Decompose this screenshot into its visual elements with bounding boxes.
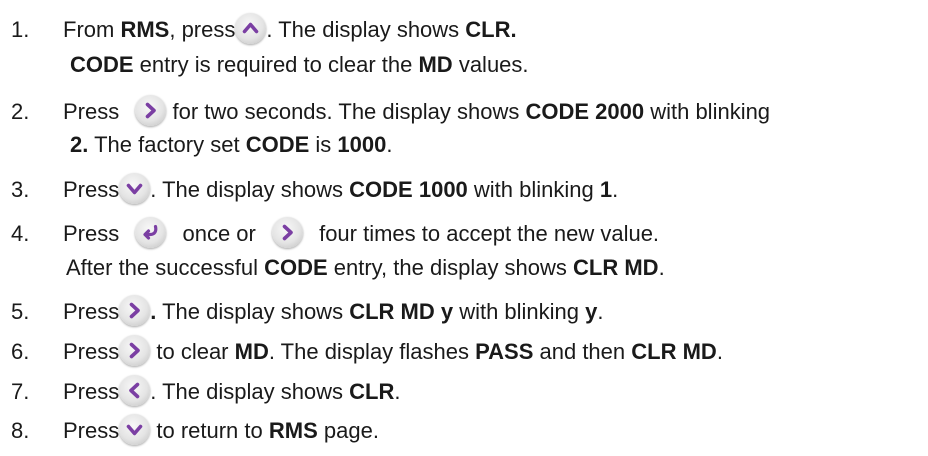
step-text: Press . The display shows CLR.	[63, 372, 401, 412]
step-text: 2. The factory set CODE is 1000.	[70, 125, 392, 165]
chevron-right-icon	[119, 335, 151, 366]
step-number: 6.	[11, 339, 30, 364]
text: The factory set	[88, 132, 246, 157]
keyword: RMS	[120, 17, 170, 42]
keyword: y	[585, 299, 598, 324]
chevron-right-icon	[119, 295, 151, 326]
keyword: CODE	[264, 255, 328, 280]
text: to return to	[150, 418, 269, 443]
step-text: From RMS, press . The display shows CLR.	[63, 10, 517, 50]
enter-return-icon	[135, 217, 167, 248]
text: .	[658, 255, 665, 280]
step-text: Press. The display shows CLR MD y with b…	[63, 292, 604, 332]
text: is	[309, 132, 338, 157]
text: .	[394, 379, 401, 404]
keyword: CODE 2000	[525, 99, 645, 124]
step-text: Press . The display shows CODE 1000 with …	[63, 170, 618, 210]
text: Press	[63, 99, 126, 124]
text: . The display shows	[266, 17, 466, 42]
step-text: Press to return to RMS page.	[63, 411, 379, 451]
text: with blinking	[467, 177, 600, 202]
step-number: 7.	[11, 379, 30, 404]
step-text: After the successful CODE entry, the dis…	[66, 248, 665, 288]
text: After the successful	[66, 255, 265, 280]
text: .	[612, 177, 619, 202]
text: entry is required to clear the	[133, 52, 419, 77]
chevron-up-icon	[235, 13, 267, 44]
text: Press	[63, 299, 120, 324]
step-number: 8.	[11, 418, 30, 443]
keyword: PASS	[475, 339, 534, 364]
text: Press	[63, 418, 120, 443]
chevron-right-icon	[135, 95, 167, 126]
step-number: 1.	[11, 17, 30, 42]
keyword: CLR.	[465, 17, 517, 42]
text: . The display shows	[150, 379, 350, 404]
keyword: CODE	[70, 52, 134, 77]
text: with blinking	[644, 99, 771, 124]
text: entry, the display shows	[327, 255, 574, 280]
keyword: 1000	[337, 132, 387, 157]
text: and then	[533, 339, 632, 364]
text: .	[597, 299, 604, 324]
text: four times to accept the new value.	[312, 221, 660, 246]
text: once or	[176, 221, 262, 246]
step-number: 2.	[11, 99, 30, 124]
text: for two seconds. The display shows	[166, 99, 526, 124]
text: page.	[317, 418, 379, 443]
step-number: 5.	[11, 299, 30, 324]
keyword: CLR MD	[631, 339, 717, 364]
step-number: 3.	[11, 177, 30, 202]
chevron-down-icon	[119, 173, 151, 204]
text: values.	[452, 52, 529, 77]
text: with blinking	[453, 299, 586, 324]
text: Press	[63, 339, 120, 364]
text: , press	[169, 17, 236, 42]
keyword: 1	[599, 177, 613, 202]
text: From	[63, 17, 121, 42]
keyword: RMS	[268, 418, 318, 443]
text: Press	[63, 177, 120, 202]
keyword: MD	[234, 339, 269, 364]
chevron-right-icon	[271, 217, 303, 248]
keyword: CLR MD	[573, 255, 659, 280]
text: Press	[63, 379, 120, 404]
text: The display shows	[156, 299, 350, 324]
step-text: Press to clear MD. The display flashes P…	[63, 332, 723, 372]
keyword: CODE	[245, 132, 310, 157]
chevron-down-icon	[119, 414, 151, 445]
keyword: CLR MD y	[349, 299, 454, 324]
keyword: MD	[418, 52, 453, 77]
keyword: 2.	[70, 132, 89, 157]
text: to clear	[150, 339, 235, 364]
text: . The display flashes	[268, 339, 476, 364]
step-text: CODE entry is required to clear the MD v…	[70, 45, 529, 85]
text: Press	[63, 221, 126, 246]
step-number: 4.	[11, 221, 30, 246]
chevron-left-icon	[119, 375, 151, 406]
keyword: CLR	[349, 379, 395, 404]
text: .	[386, 132, 393, 157]
text: .	[716, 339, 723, 364]
keyword: CODE 1000	[349, 177, 468, 202]
text: . The display shows	[150, 177, 350, 202]
